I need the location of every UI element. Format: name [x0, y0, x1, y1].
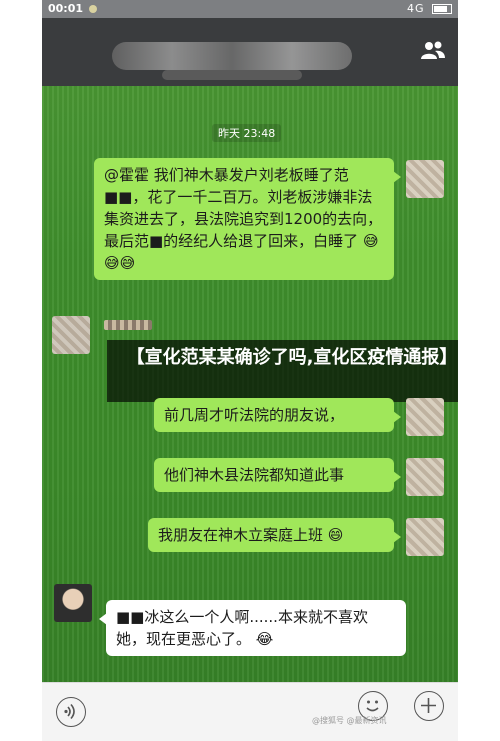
- sender-avatar[interactable]: [406, 160, 444, 198]
- battery-icon: [432, 4, 452, 14]
- group-members-icon[interactable]: [420, 40, 446, 60]
- sender-avatar[interactable]: [406, 458, 444, 496]
- message-text: 他们神木县法院都知道此事: [164, 466, 345, 484]
- message-bubble-5[interactable]: ■■冰这么一个人啊......本来就不喜欢她，现在更恶心了。 😂: [99, 600, 406, 656]
- watermark-text: @搜狐号 @最新资讯: [312, 716, 387, 725]
- message-bubble-3[interactable]: 他们神木县法院都知道此事: [154, 458, 401, 492]
- chat-title-bar: [42, 18, 458, 86]
- headline-banner: 【宣化范某某确诊了吗,宣化区疫情通报】: [107, 340, 458, 402]
- signal-network-label: 4G: [406, 2, 425, 15]
- contact-avatar[interactable]: [52, 316, 90, 354]
- status-time: 00:01: [48, 2, 84, 15]
- message-text: 我朋友在神木立案庭上班: [158, 526, 324, 544]
- sender-avatar[interactable]: [406, 398, 444, 436]
- chat-timestamp: 昨天 23:48: [212, 124, 282, 142]
- message-text: ■■冰这么一个人啊......本来就不喜欢她，现在更恶心了。: [116, 608, 368, 648]
- plus-icon[interactable]: [414, 691, 444, 721]
- blurred-contact-name: [104, 320, 152, 330]
- contact-avatar[interactable]: [54, 584, 92, 622]
- laugh-emoji-icon: 😂: [255, 630, 274, 648]
- chat-screen: 00:01 4G 昨天 23:48 @霍霍 我们神木暴发户刘老板睡了范■■，花了…: [42, 0, 458, 741]
- chat-input-bar: [42, 682, 458, 741]
- sender-avatar[interactable]: [406, 518, 444, 556]
- voice-icon[interactable]: [56, 697, 86, 727]
- status-bar: 00:01 4G: [42, 0, 458, 18]
- message-bubble-4[interactable]: 我朋友在神木立案庭上班 😄: [148, 518, 401, 552]
- message-text: @霍霍 我们神木暴发户刘老板睡了范■■，花了一千二百万。刘老板涉嫌非法集资进去了…: [104, 166, 383, 250]
- notification-dot-icon: [89, 5, 97, 13]
- blurred-chat-subtitle: [162, 70, 302, 80]
- message-bubble-2[interactable]: 前几周才听法院的朋友说，: [154, 398, 401, 432]
- blurred-chat-title: [112, 42, 352, 70]
- status-right: 4G: [407, 2, 452, 15]
- message-text: 前几周才听法院的朋友说，: [164, 406, 345, 424]
- message-bubble-1[interactable]: @霍霍 我们神木暴发户刘老板睡了范■■，花了一千二百万。刘老板涉嫌非法集资进去了…: [94, 158, 401, 280]
- smile-emoji-icon: 😄: [327, 526, 344, 544]
